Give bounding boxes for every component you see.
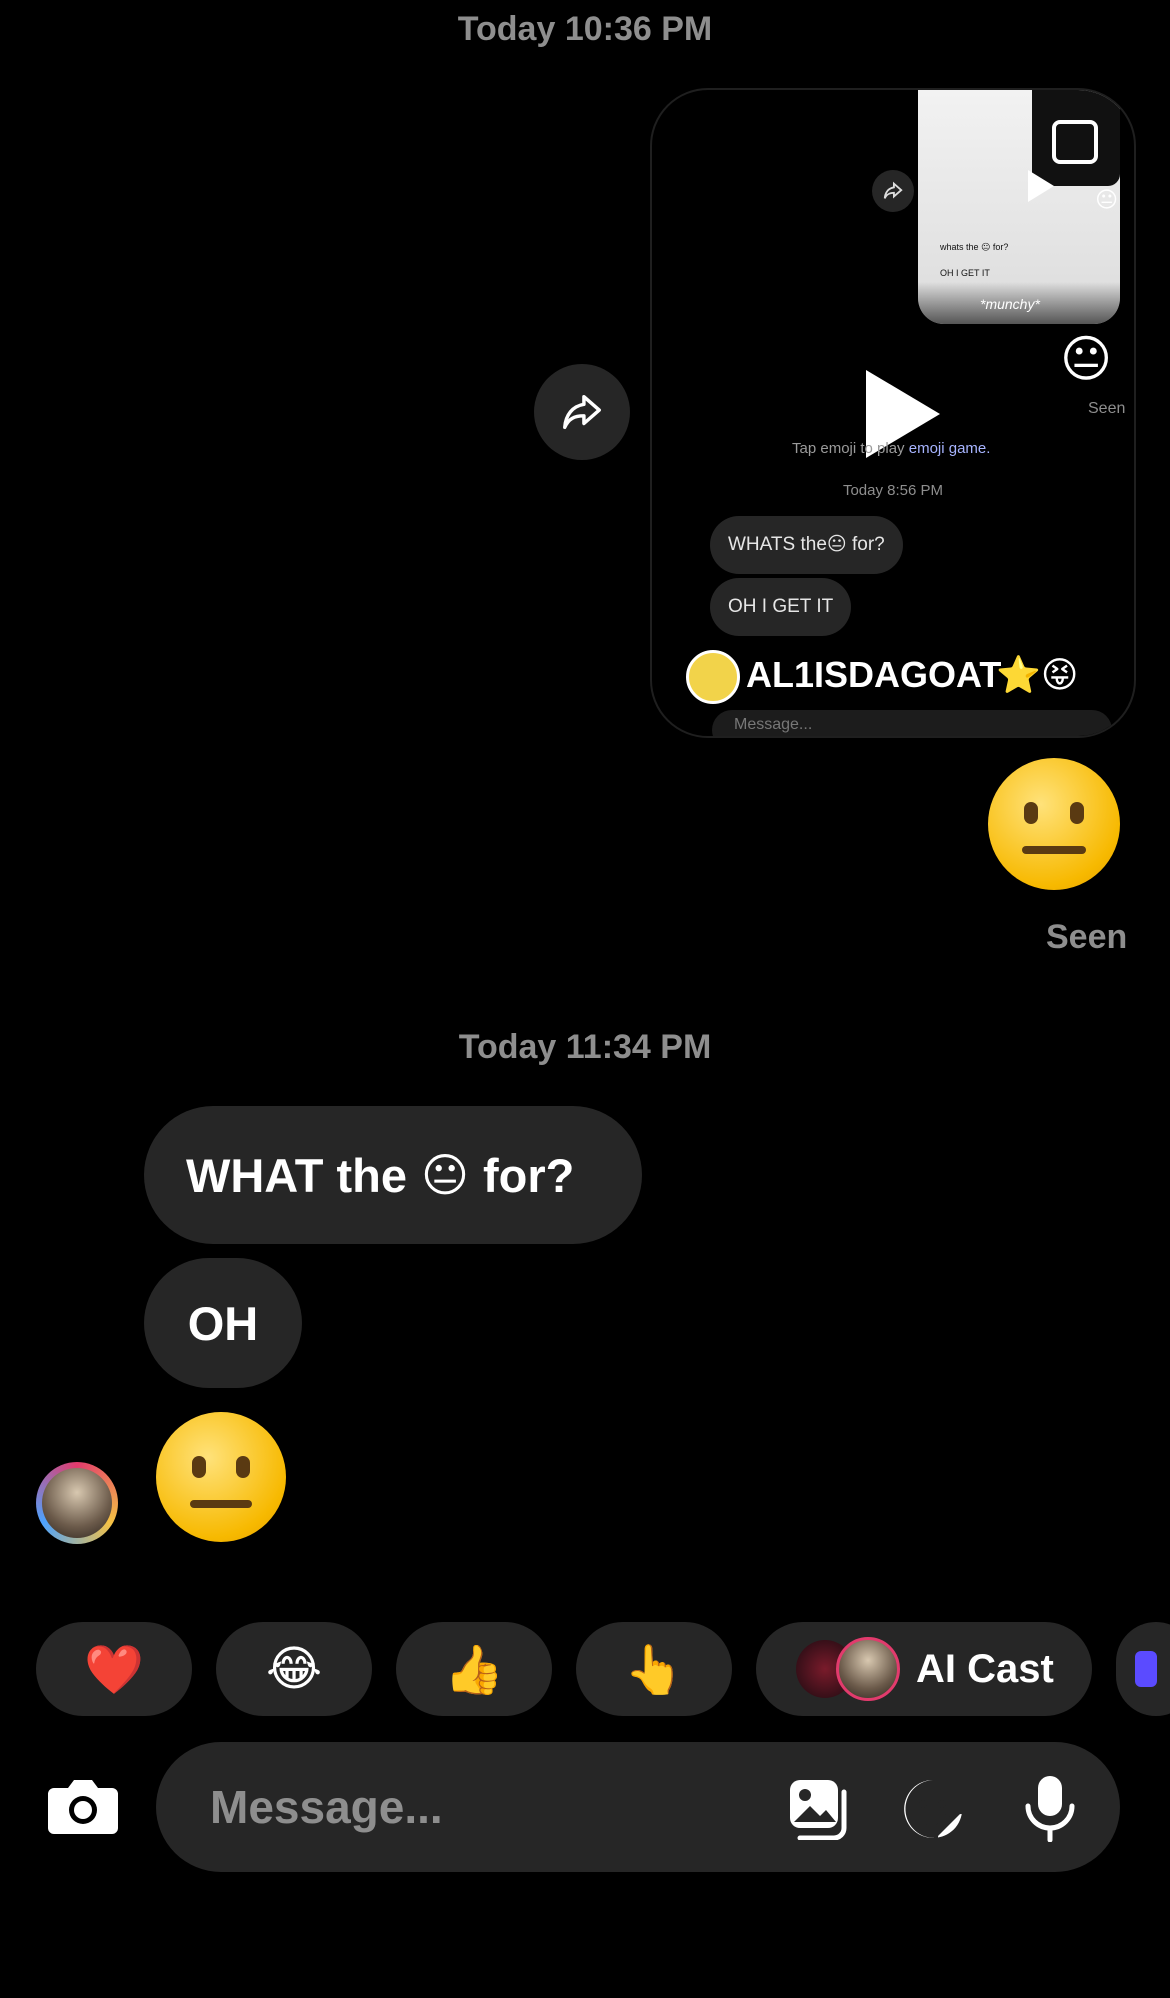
creator-username: AL1ISDAGOAT [746, 654, 1002, 695]
more-chip[interactable] [1116, 1622, 1170, 1716]
avatar-image [42, 1468, 112, 1538]
received-emoji-neutral-face[interactable] [156, 1412, 286, 1542]
ai-cast-label: AI Cast [916, 1646, 1054, 1691]
ai-cast-chip[interactable]: AI Cast [756, 1622, 1092, 1716]
microphone-button[interactable] [1022, 1774, 1078, 1843]
thumb-text: whats the 😐 for? [940, 242, 1009, 252]
received-message[interactable]: WHAT the 😐 for? [144, 1106, 642, 1244]
microphone-icon [1025, 1776, 1075, 1843]
seen-status: Seen [1046, 918, 1128, 956]
inner-bubble: OH I GET IT [710, 578, 852, 636]
reel-mini-thumbnail: whats the 😐 for? OH I GET IT *munchy* 😐 [918, 90, 1120, 324]
inner-seen: Seen [1088, 400, 1126, 417]
message-input-placeholder[interactable]: Message... [210, 1742, 443, 1872]
reaction-heart[interactable]: ❤️ [36, 1622, 192, 1716]
timestamp: Today 11:34 PM [458, 1028, 712, 1066]
inner-message-placeholder: Message... [734, 716, 813, 733]
sticker-button[interactable] [902, 1778, 964, 1840]
creator-avatar [686, 650, 740, 704]
share-button[interactable] [534, 364, 630, 460]
camera-button[interactable] [48, 1774, 118, 1834]
creator-badges: ⭐😝 [996, 655, 1079, 696]
reaction-laughing[interactable]: 😂 [216, 1622, 372, 1716]
thumb-name: *munchy* [980, 296, 1040, 312]
message-composer[interactable]: Message... [156, 1742, 1120, 1872]
inner-share-icon [872, 170, 914, 212]
timestamp: Today 10:36 PM [457, 10, 713, 48]
more-chip-icon [1135, 1651, 1157, 1687]
inner-emoji: 😐 [1060, 330, 1113, 388]
sticker-icon [904, 1780, 963, 1839]
shared-reel-card[interactable]: whats the 😐 for? OH I GET IT *munchy* 😐 … [650, 88, 1136, 738]
thumb-text: OH I GET IT [940, 268, 990, 278]
ai-cast-avatar-2 [836, 1637, 900, 1701]
sender-avatar[interactable] [36, 1462, 118, 1544]
gallery-button[interactable] [788, 1778, 854, 1841]
camera-icon [48, 1780, 118, 1834]
share-icon [563, 394, 601, 430]
thumb-emoji: 😐 [1095, 188, 1118, 213]
gallery-icon [790, 1780, 847, 1841]
received-message[interactable]: OH [144, 1258, 302, 1388]
inner-hint: Tap emoji to play emoji game. [792, 440, 991, 457]
inner-timestamp: Today 8:56 PM [842, 482, 944, 499]
sent-emoji-neutral-face [988, 758, 1120, 890]
reaction-pointing-up[interactable]: 👆 [576, 1622, 732, 1716]
reaction-thumbs-up[interactable]: 👍 [396, 1622, 552, 1716]
inner-bubble: WHATS the😐 for? [710, 516, 903, 574]
